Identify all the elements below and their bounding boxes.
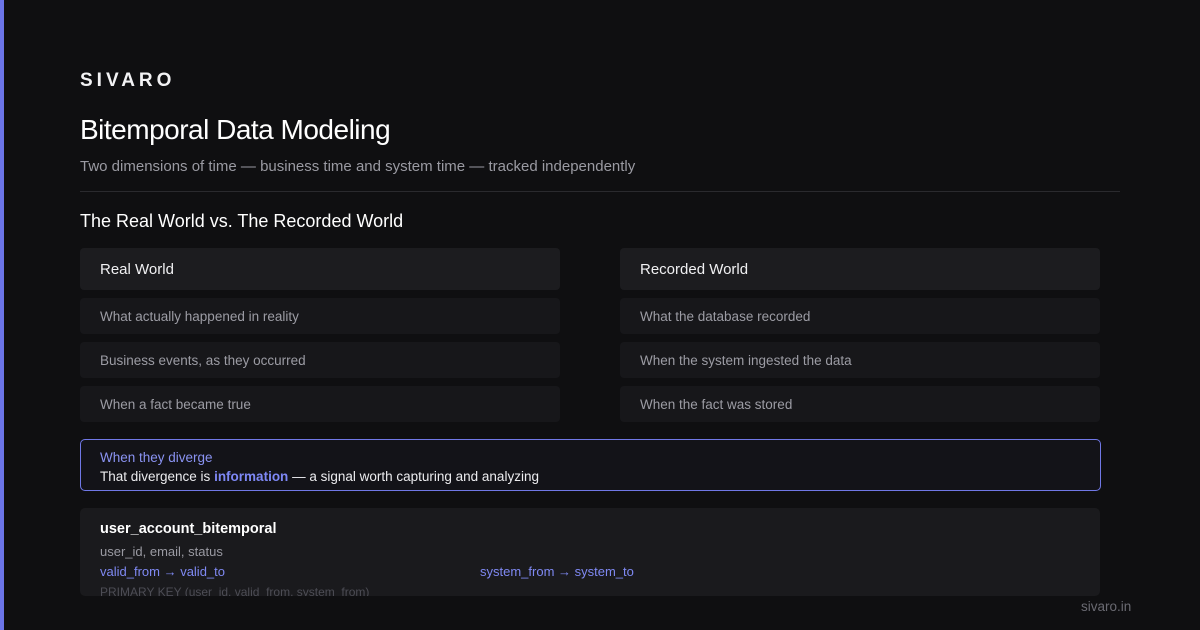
recorded-world-item: What the database recorded	[620, 298, 1100, 334]
divider	[80, 191, 1120, 192]
divergence-text: That divergence is information — a signa…	[100, 467, 1081, 487]
page-title: Bitemporal Data Modeling	[80, 114, 391, 145]
section-title: The Real World vs. The Recorded World	[80, 211, 404, 231]
real-world-heading: Real World	[80, 248, 560, 290]
real-world-item: Business events, as they occurred	[80, 342, 560, 378]
divergence-text-before: That divergence is	[100, 469, 215, 484]
real-world-item: When a fact became true	[80, 386, 560, 422]
schema-table-name: user_account_bitemporal	[100, 521, 277, 537]
schema-valid-range: valid_from → valid_to	[100, 564, 225, 579]
footer-url: sivaro.in	[1081, 599, 1132, 614]
page-subtitle: Two dimensions of time — business time a…	[80, 158, 636, 175]
divergence-callout: When they diverge That divergence is inf…	[80, 439, 1101, 491]
schema-columns: user_id, email, status	[100, 544, 223, 559]
accent-bar	[0, 0, 4, 630]
recorded-world-item: When the fact was stored	[620, 386, 1100, 422]
real-world-column: Real World What actually happened in rea…	[80, 248, 560, 422]
recorded-world-item: When the system ingested the data	[620, 342, 1100, 378]
schema-primary-key: PRIMARY KEY (user_id, valid_from, system…	[100, 585, 370, 596]
divergence-label: When they diverge	[100, 450, 213, 465]
brand-logo: SIVARO	[80, 70, 176, 91]
divergence-text-after: — a signal worth capturing and analyzing	[288, 469, 539, 484]
schema-card: user_account_bitemporal user_id, email, …	[80, 508, 1100, 596]
recorded-world-column: Recorded World What the database recorde…	[620, 248, 1100, 422]
divergence-highlight: information	[214, 469, 289, 484]
recorded-world-heading: Recorded World	[620, 248, 1100, 290]
real-world-item: What actually happened in reality	[80, 298, 560, 334]
schema-system-range: system_from → system_to	[480, 564, 634, 579]
